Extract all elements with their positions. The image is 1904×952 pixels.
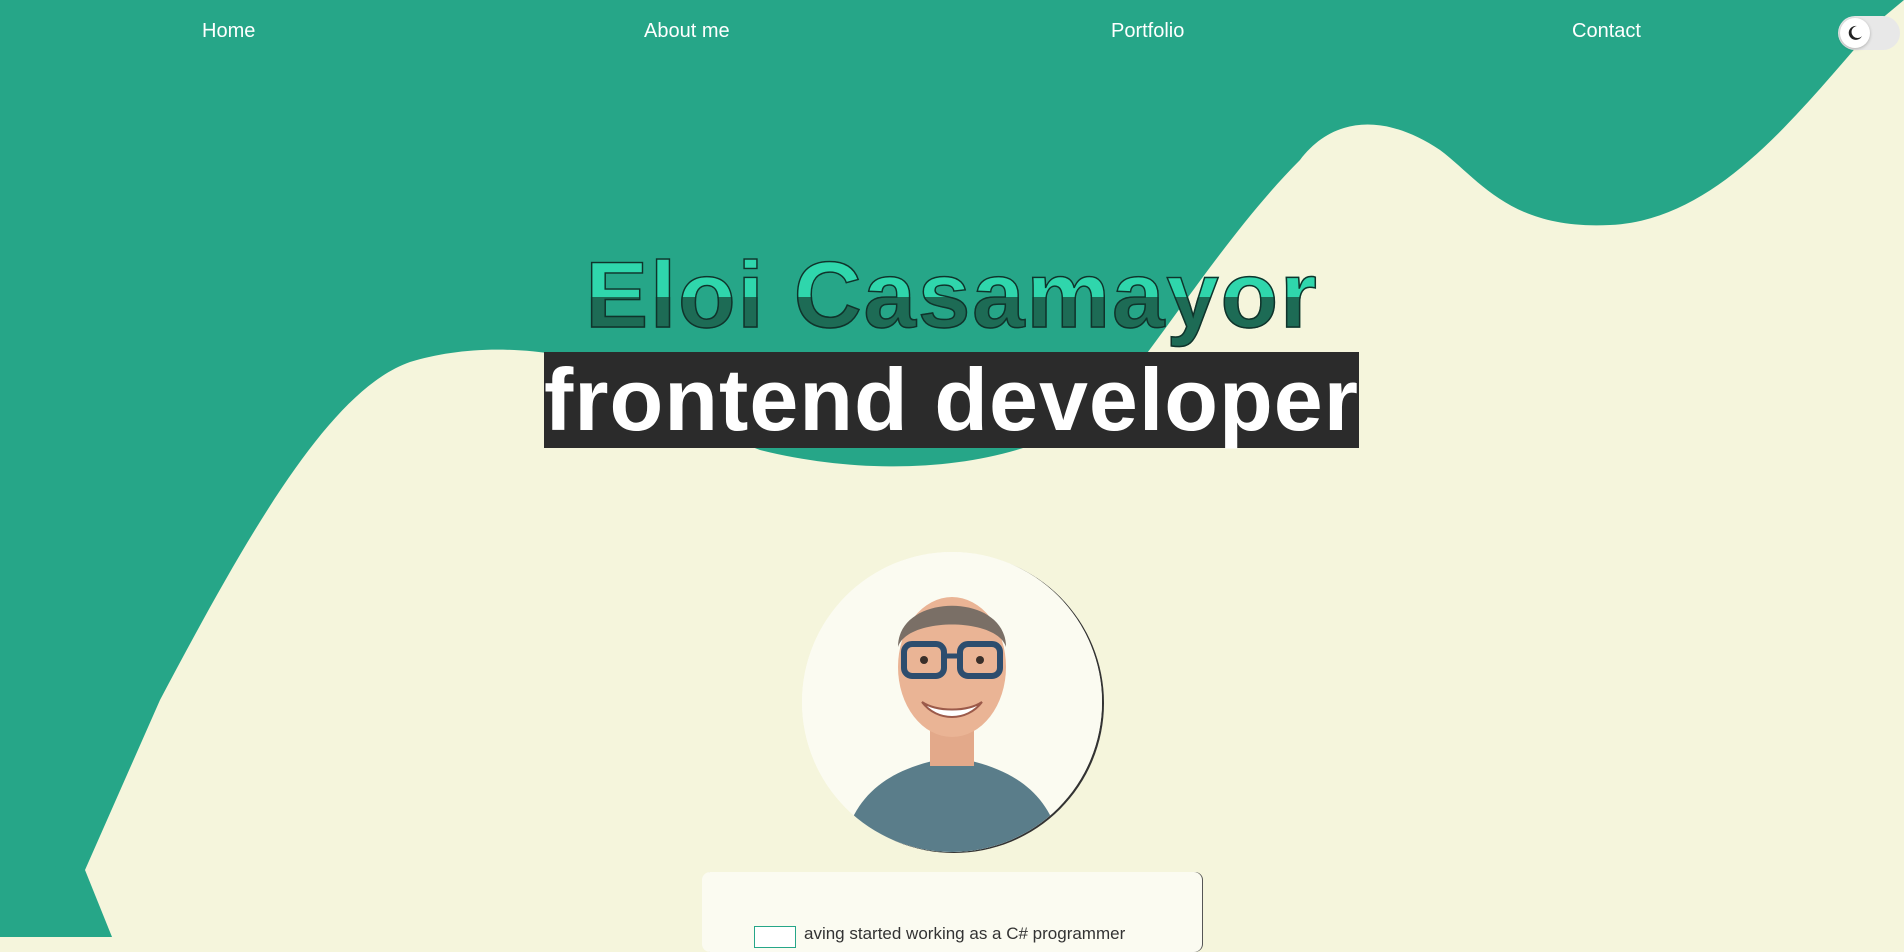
about-card: aving started working as a C# programmer bbox=[702, 872, 1202, 952]
nav-about-link[interactable]: About me bbox=[644, 20, 730, 43]
about-text: aving started working as a C# programmer bbox=[804, 924, 1126, 943]
profile-photo bbox=[802, 552, 1102, 852]
toggle-knob bbox=[1840, 18, 1870, 48]
nav-contact-link[interactable]: Contact bbox=[1572, 20, 1641, 43]
top-navigation: Home About me Portfolio Contact bbox=[0, 0, 1904, 66]
hero-role-box: frontend developer bbox=[544, 352, 1359, 448]
green-wave-bottom bbox=[0, 860, 112, 937]
hero-role: frontend developer bbox=[544, 350, 1359, 449]
hero-name: Eloi Casamayor bbox=[0, 240, 1904, 350]
about-decoration-box bbox=[754, 926, 796, 948]
nav-home-link[interactable]: Home bbox=[202, 20, 255, 43]
nav-portfolio-link[interactable]: Portfolio bbox=[1111, 20, 1184, 43]
theme-toggle[interactable] bbox=[1838, 16, 1900, 50]
profile-avatar bbox=[802, 552, 1102, 852]
moon-icon bbox=[1848, 25, 1862, 40]
